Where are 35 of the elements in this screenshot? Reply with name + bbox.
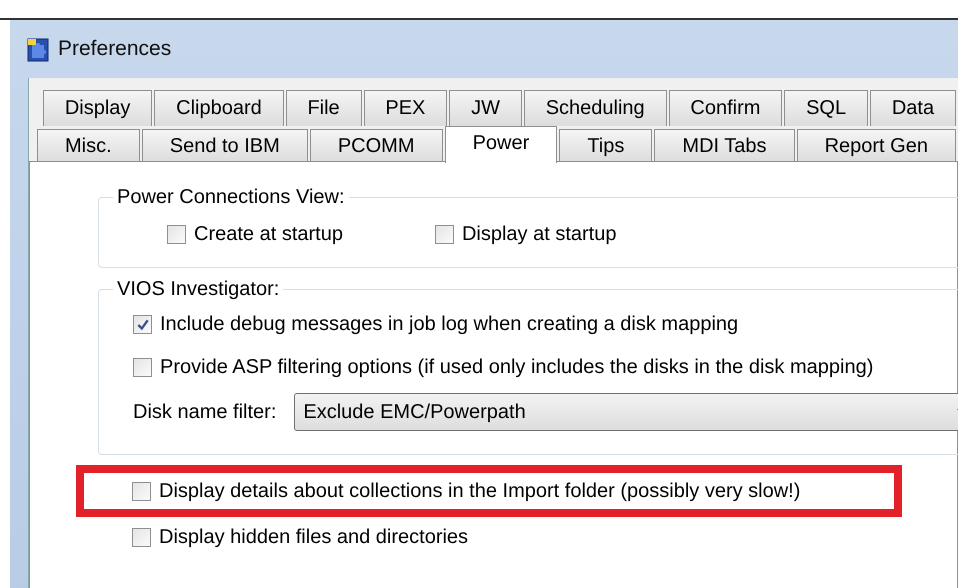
tab[interactable]: Scheduling <box>524 90 667 126</box>
checkbox-label: Include debug messages in job log when creating a disk mapping <box>160 313 738 336</box>
checkbox[interactable] <box>133 358 152 377</box>
tab[interactable]: JW <box>449 90 522 126</box>
group-title: Power Connections View: <box>116 186 346 209</box>
tab[interactable]: Confirm <box>668 90 782 126</box>
check-icon <box>136 318 150 332</box>
checkbox[interactable] <box>434 225 454 244</box>
tab[interactable]: Power <box>444 126 558 163</box>
tab[interactable]: SQL <box>784 90 868 126</box>
tab[interactable]: Tips <box>559 129 652 162</box>
tab[interactable]: Report Gen <box>796 129 956 162</box>
window-title: Preferences <box>58 37 172 61</box>
group-title: VIOS Investigator: <box>116 278 280 301</box>
checkbox-label: Display at startup <box>462 223 616 246</box>
tab[interactable]: Display <box>43 90 152 126</box>
checkbox[interactable] <box>133 315 152 334</box>
tab[interactable]: Send to IBM <box>142 129 308 162</box>
checkbox[interactable] <box>167 225 186 244</box>
tab[interactable]: Clipboard <box>154 90 284 126</box>
checkbox-label: Display details about collections in the Import folder (possibly very slow!) <box>159 480 800 502</box>
checkbox-label: Display hidden files and directories <box>159 526 468 548</box>
puzzle-icon <box>26 36 50 62</box>
tab[interactable]: File <box>286 90 362 126</box>
dropdown[interactable]: Exclude EMC/Powerpath <box>294 393 958 431</box>
checkbox-label: Create at startup <box>194 223 343 246</box>
tab[interactable]: PCOMM <box>310 129 443 162</box>
tab[interactable]: PEX <box>364 90 448 126</box>
checkbox[interactable] <box>132 482 151 500</box>
tab[interactable]: Misc. <box>37 129 140 162</box>
checkbox-label: Provide ASP filtering options (if used only includes the disks in the disk mapping) <box>160 356 874 379</box>
tab[interactable]: MDI Tabs <box>654 129 795 162</box>
checkbox[interactable] <box>132 528 151 546</box>
field-label: Disk name filter: <box>133 400 276 424</box>
tab[interactable]: Data <box>870 90 956 126</box>
